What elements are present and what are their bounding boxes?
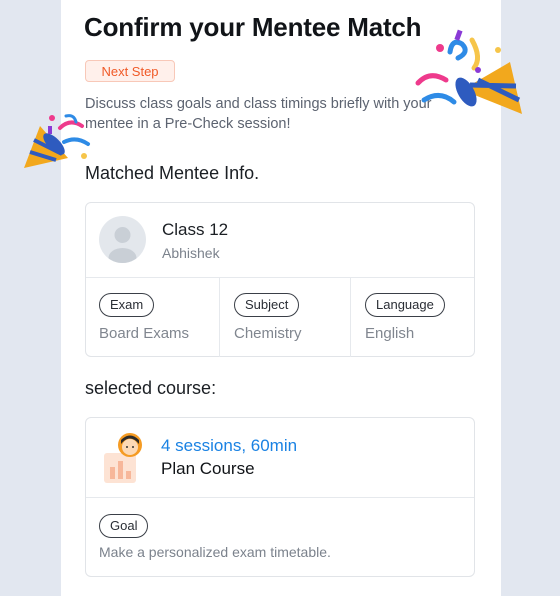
page-title: Confirm your Mentee Match <box>84 12 422 42</box>
mentee-section-label: Matched Mentee Info. <box>85 163 260 183</box>
exam-value: Board Exams <box>99 325 190 342</box>
course-sessions: 4 sessions, 60min <box>161 436 298 455</box>
user-avatar-placeholder-icon <box>99 216 146 263</box>
mentor-chart-icon <box>100 431 148 485</box>
party-popper-icon <box>18 112 94 174</box>
column-divider <box>219 278 220 357</box>
exam-label-pill: Exam <box>99 293 155 317</box>
goal-label-pill: Goal <box>99 514 149 538</box>
party-popper-icon <box>412 28 524 120</box>
course-plan-title: Plan Course <box>161 459 255 478</box>
course-section-label: selected course: <box>85 378 217 398</box>
subject-value: Chemistry <box>234 325 302 342</box>
card-divider <box>86 497 474 498</box>
goal-text: Make a personalized exam timetable. <box>99 544 331 560</box>
selected-course-card: 4 sessions, 60min Plan Course Goal Make … <box>85 417 475 577</box>
mentee-info-card: Class 12 Abhishek Exam Board Exams Subje… <box>85 202 475 357</box>
next-step-badge: Next Step <box>85 60 175 82</box>
mentee-class: Class 12 <box>162 220 229 239</box>
column-divider <box>350 278 351 357</box>
language-label-pill: Language <box>365 293 445 317</box>
language-value: English <box>365 325 415 342</box>
description-text: Discuss class goals and class timings br… <box>85 96 432 132</box>
mentee-name: Abhishek <box>162 245 220 261</box>
card-divider <box>86 277 474 278</box>
subject-label-pill: Subject <box>234 293 300 317</box>
